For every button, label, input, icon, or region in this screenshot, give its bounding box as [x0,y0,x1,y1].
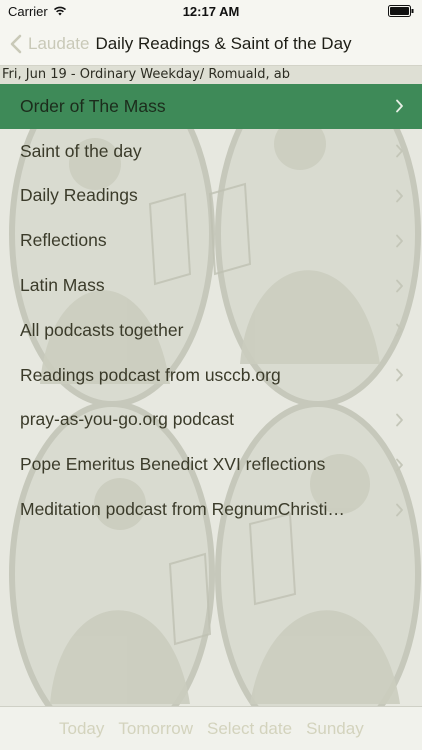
chevron-right-icon [396,279,403,292]
chevron-right-icon [396,323,403,337]
menu-item-label: Daily Readings [20,185,138,206]
menu-item-label: Readings podcast from usccb.org [20,364,281,385]
menu-item[interactable]: Saint of the day [0,129,422,174]
bottom-toolbar: Today Tomorrow Select date Sunday [0,706,422,750]
menu-item[interactable]: Daily Readings [0,174,422,219]
menu-item[interactable]: pray-as-you-go.org podcast [0,398,422,443]
menu-item-label: Reflections [20,230,107,251]
battery-icon [388,5,414,17]
date-line: Fri, Jun 19 - Ordinary Weekday/ Romuald,… [0,66,422,84]
menu-item[interactable]: Pope Emeritus Benedict XVI reflections [0,442,422,487]
chevron-right-icon [396,368,403,382]
sunday-button[interactable]: Sunday [306,719,364,739]
chevron-right-icon [396,413,403,427]
chevron-right-icon [396,144,403,158]
status-bar: Carrier 12:17 AM [0,0,422,22]
menu-item-label: Saint of the day [20,140,142,161]
menu-item-label: pray-as-you-go.org podcast [20,409,234,430]
chevron-left-icon [10,34,22,53]
carrier-label: Carrier [8,3,48,19]
menu-item[interactable]: Readings podcast from usccb.org [0,353,422,398]
chevron-right-icon [396,99,403,113]
menu-item-label: Meditation podcast from RegnumChristi… [20,499,345,520]
chevron-right-icon [396,458,403,472]
menu-item-label: All podcasts together [20,319,184,340]
back-label: Laudate [28,33,90,53]
select-date-button[interactable]: Select date [207,719,292,739]
wifi-icon [53,6,66,16]
chevron-right-icon [396,234,403,248]
menu-item-label: Pope Emeritus Benedict XVI reflections [20,454,326,475]
back-button[interactable]: Laudate [0,22,95,66]
chevron-right-icon [396,189,403,203]
menu-item-label: Order of The Mass [20,95,166,116]
today-button[interactable]: Today [59,719,104,739]
menu-item[interactable]: All podcasts together [0,308,422,353]
menu-item[interactable]: Reflections [0,218,422,263]
status-left: Carrier [8,4,67,19]
menu-item-label: Latin Mass [20,275,105,296]
menu-list: Order of The Mass Saint of the day Daily R… [0,84,422,532]
menu-item[interactable]: Latin Mass [0,263,422,308]
tomorrow-button[interactable]: Tomorrow [118,719,193,739]
page-title: Daily Readings & Saint of the Day [95,33,352,53]
menu-item[interactable]: Meditation podcast from RegnumChristi… [0,487,422,532]
menu-item[interactable]: Order of The Mass [0,84,422,129]
nav-bar: Laudate Daily Readings & Saint of the Da… [0,22,422,66]
chevron-right-icon [396,503,403,516]
